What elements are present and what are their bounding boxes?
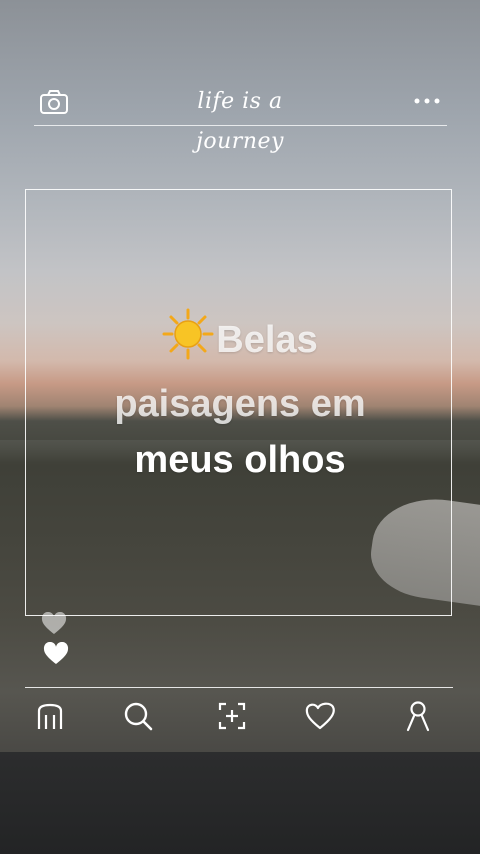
post-caption: Belas paisagens em meus olhos [60,308,420,488]
more-dots-icon [414,98,440,104]
header-divider [34,125,447,126]
bottom-dark-area [0,752,480,854]
nav-add-post[interactable] [216,700,248,732]
home-icon [37,703,63,729]
nav-activity[interactable] [304,700,336,732]
caption-line-3: meus olhos [134,439,346,481]
nav-search[interactable] [122,700,154,732]
nav-divider [25,687,453,688]
camera-button[interactable] [38,88,70,116]
like-button-faded[interactable] [41,611,67,636]
more-button[interactable] [410,93,444,109]
like-button[interactable] [43,641,69,666]
camera-icon [40,90,68,114]
heart-icon [41,611,67,634]
caption-line-1: Belas [216,319,318,361]
search-icon [124,702,153,731]
heart-icon [43,641,69,664]
brand-title: life is a journey [196,89,284,154]
add-post-icon [218,702,246,730]
caption-line-2: paisagens em [114,383,366,425]
profile-icon [406,701,430,732]
sun-emoji [162,308,214,376]
heart-icon [305,702,335,730]
nav-profile[interactable] [402,700,434,732]
nav-home[interactable] [34,700,66,732]
